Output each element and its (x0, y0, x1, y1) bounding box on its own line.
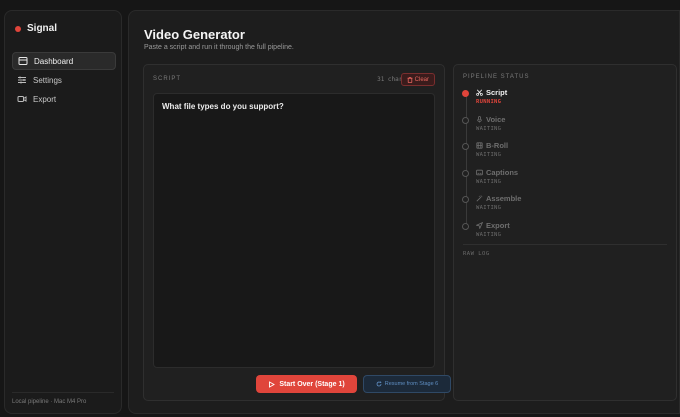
stage-name: B-Roll (476, 139, 662, 150)
play-icon (269, 380, 276, 388)
stage-name: Captions (476, 166, 662, 177)
raw-log-label: RAW LOG (463, 251, 490, 257)
scissors-icon (476, 89, 483, 96)
wand-icon (476, 195, 483, 202)
stage-label: Export (486, 220, 510, 230)
stage-dot (462, 90, 469, 97)
send-icon (476, 221, 483, 229)
trash-icon (407, 76, 413, 83)
brand: Signal (15, 23, 57, 34)
sidebar-item-label: Export (33, 94, 57, 104)
stage-captions: Captions WAITING (462, 166, 662, 193)
sidebar-item-dashboard[interactable]: Dashboard (12, 52, 116, 70)
script-label: SCRIPT (153, 76, 182, 82)
film-icon (476, 142, 483, 149)
dashboard-icon (18, 56, 28, 66)
brand-dot-icon (15, 25, 21, 32)
clear-button[interactable]: Clear (400, 73, 435, 86)
script-textarea[interactable]: What file types do you support? (153, 93, 435, 368)
stage-voice: Voice WAITING (462, 113, 662, 140)
stage-status: WAITING (476, 178, 502, 185)
resume-label: Resume from Stage 6 (384, 381, 439, 387)
resume-button[interactable]: Resume from Stage 6 (363, 375, 451, 393)
sidebar-item-label: Dashboard (34, 56, 74, 66)
sidebar: Signal Dashboard Settings Export Local p… (4, 10, 122, 414)
stage-status: WAITING (476, 125, 502, 132)
stage-dot (462, 196, 469, 203)
sliders-icon (17, 75, 27, 85)
stage-script: Script RUNNING (462, 86, 662, 113)
video-icon (17, 94, 27, 104)
divider (463, 244, 667, 245)
sidebar-nav: Dashboard Settings Export (12, 52, 116, 109)
stage-label: Voice (486, 114, 506, 124)
sidebar-footer: Local pipeline · Mac M4 Pro (12, 392, 114, 405)
stage-dot (462, 222, 469, 230)
sidebar-item-label: Settings (33, 75, 62, 85)
stage-dot (462, 116, 469, 124)
stage-status: RUNNING (476, 99, 502, 105)
main-panel: Video Generator Paste a script and run i… (128, 10, 680, 414)
stage-name: Voice (476, 113, 662, 124)
sidebar-item-export[interactable]: Export (12, 90, 116, 108)
pipeline-status-label: PIPELINE STATUS (463, 74, 530, 80)
stage-status: WAITING (476, 231, 502, 238)
mic-icon (477, 115, 482, 122)
brand-name: Signal (27, 23, 58, 34)
stage-label: Script (486, 88, 508, 97)
stage-broll: B-Roll WAITING (462, 139, 662, 166)
stage-name: Assemble (476, 192, 662, 203)
refresh-icon (376, 381, 382, 387)
stage-label: Assemble (486, 194, 522, 203)
stage-list: Script RUNNING Voice WAITING B-Roll WAIT… (462, 86, 662, 245)
pipeline-status-panel: PIPELINE STATUS Script RUNNING Voice WAI… (453, 64, 677, 401)
stage-dot (462, 143, 469, 150)
stage-label: Captions (486, 167, 519, 177)
clear-button-label: Clear (414, 76, 429, 83)
stage-assemble: Assemble WAITING (462, 192, 662, 219)
page-subtitle: Paste a script and run it through the fu… (144, 44, 294, 51)
stage-export: Export WAITING (462, 219, 662, 246)
page-title: Video Generator (144, 27, 245, 42)
stage-label: B-Roll (486, 141, 509, 150)
stage-status: WAITING (476, 152, 502, 158)
stage-name: Script (476, 86, 662, 97)
stage-name: Export (476, 219, 662, 230)
stage-status: WAITING (476, 205, 502, 211)
start-over-label: Start Over (Stage 1) (279, 380, 345, 388)
captions-icon (476, 169, 483, 175)
script-panel: SCRIPT 31 chars Clear What file types do… (143, 64, 451, 401)
stage-dot (462, 169, 469, 177)
sidebar-item-settings[interactable]: Settings (12, 71, 116, 89)
start-over-button[interactable]: Start Over (Stage 1) (256, 375, 357, 393)
